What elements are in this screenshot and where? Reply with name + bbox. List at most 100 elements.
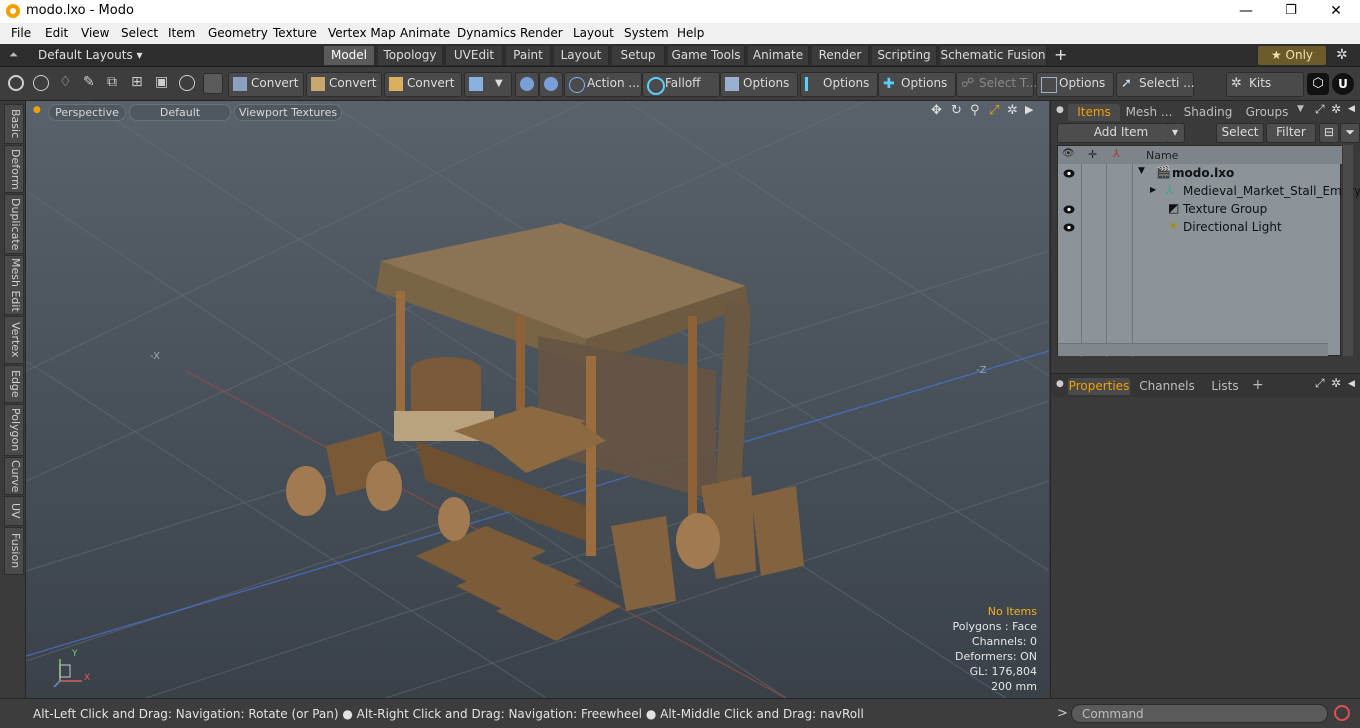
- options-button-4[interactable]: Options: [1036, 72, 1114, 97]
- vertices-mode-icon[interactable]: [8, 75, 24, 91]
- tab-render[interactable]: Render: [812, 46, 869, 65]
- globe-icon[interactable]: [33, 75, 49, 91]
- menu-render[interactable]: Render: [520, 26, 563, 40]
- options-button-3[interactable]: ✚ Options: [878, 72, 956, 97]
- tab-polygon[interactable]: Polygon: [4, 404, 24, 456]
- viewport-settings-icon[interactable]: ✲: [1007, 103, 1018, 118]
- options-button-1[interactable]: Options: [720, 72, 798, 97]
- selection-sets-button[interactable]: ➚ Selecti ...: [1116, 72, 1195, 97]
- menu-layout[interactable]: Layout: [573, 26, 614, 40]
- kits-button[interactable]: ✲ Kits: [1226, 72, 1304, 97]
- undock-icon[interactable]: ⤢: [1315, 102, 1325, 117]
- tab-setup[interactable]: Setup: [612, 46, 665, 65]
- tab-duplicate[interactable]: Duplicate: [4, 194, 24, 254]
- rotate-icon[interactable]: ↻: [951, 103, 962, 118]
- materials-icon[interactable]: [179, 75, 195, 91]
- convert-polygons-button[interactable]: Convert: [384, 72, 462, 97]
- panel-expand-icon[interactable]: ◀: [1348, 104, 1355, 114]
- gear-icon[interactable]: ✲: [1336, 47, 1348, 63]
- tab-groups[interactable]: Groups: [1241, 104, 1293, 121]
- panel-gear-icon[interactable]: ✲: [1331, 376, 1341, 390]
- add-tab-button[interactable]: +: [1252, 377, 1264, 393]
- record-icon[interactable]: [1334, 705, 1350, 721]
- viewport-textures-dropdown[interactable]: Viewport Textures: [234, 104, 342, 121]
- panel-menu-icon[interactable]: ●: [1056, 105, 1064, 115]
- tab-shading[interactable]: Shading: [1179, 104, 1237, 121]
- minimize-button[interactable]: —: [1223, 0, 1269, 23]
- tab-animate[interactable]: Animate: [748, 46, 809, 65]
- menu-texture[interactable]: Texture: [273, 26, 317, 40]
- eye-icon[interactable]: [1063, 205, 1075, 214]
- menu-file[interactable]: File: [11, 26, 31, 40]
- menu-view[interactable]: View: [81, 26, 109, 40]
- tree-row[interactable]: ▶ ⅄ Medieval_Market_Stall_Empty: [1058, 183, 1360, 201]
- menu-geometry[interactable]: Geometry: [208, 26, 268, 40]
- menu-edit[interactable]: Edit: [45, 26, 68, 40]
- tab-uv[interactable]: UV: [4, 496, 24, 526]
- filter-button[interactable]: Filter: [1266, 123, 1316, 143]
- tab-scripting[interactable]: Scripting: [872, 46, 937, 65]
- convert-vertices-button[interactable]: Convert: [228, 72, 304, 97]
- collapse-icon[interactable]: ⊟: [1319, 123, 1339, 143]
- action-center-button[interactable]: Action ...: [564, 72, 642, 97]
- menu-dynamics[interactable]: Dynamics: [457, 26, 516, 40]
- polygons-icon[interactable]: ⊞: [131, 74, 143, 90]
- options-button-2[interactable]: Options: [800, 72, 878, 97]
- tab-items[interactable]: Items: [1068, 104, 1120, 121]
- panel-expand-icon[interactable]: ◀: [1348, 379, 1355, 389]
- panel-menu-icon[interactable]: ●: [1056, 379, 1064, 389]
- brush-icon[interactable]: ✎: [83, 74, 95, 90]
- symmetry-icon[interactable]: [515, 72, 539, 97]
- menu-select[interactable]: Select: [121, 26, 158, 40]
- expand-arrow-icon[interactable]: ▶: [1150, 185, 1156, 194]
- view-type-dropdown[interactable]: Perspective: [48, 104, 126, 121]
- add-item-dropdown-icon[interactable]: ▾: [1166, 123, 1185, 143]
- menu-animate[interactable]: Animate: [400, 26, 450, 40]
- visibility-column-icon[interactable]: 👁: [1062, 148, 1076, 159]
- zoom-icon[interactable]: ⚲: [970, 103, 980, 118]
- select-through-button[interactable]: ☍ Select T...: [956, 72, 1037, 97]
- tab-lists[interactable]: Lists: [1203, 378, 1247, 395]
- items-icon[interactable]: ▣: [155, 74, 168, 90]
- horizontal-scrollbar[interactable]: [1058, 343, 1328, 356]
- tree-row[interactable]: ◩ Texture Group: [1058, 201, 1342, 219]
- default-layouts-dropdown[interactable]: Default Layouts ▾: [38, 48, 143, 62]
- workplane-icon[interactable]: [539, 72, 563, 97]
- convert-edges-button[interactable]: Convert: [306, 72, 382, 97]
- tab-topology[interactable]: Topology: [378, 46, 443, 65]
- tab-basic[interactable]: Basic: [4, 104, 24, 144]
- arrow-up-icon[interactable]: ⏶: [9, 48, 18, 62]
- shading-dropdown[interactable]: Default: [129, 104, 231, 121]
- eye-icon[interactable]: [1063, 169, 1075, 178]
- panel-gear-icon[interactable]: ✲: [1331, 102, 1341, 116]
- close-button[interactable]: ✕: [1313, 0, 1359, 23]
- viewport-expand-icon[interactable]: ▶: [1025, 103, 1033, 116]
- tree-row[interactable]: ▼ 🎬 modo.lxo: [1058, 165, 1342, 183]
- undock-icon[interactable]: ⤢: [1315, 376, 1325, 391]
- vertical-scrollbar[interactable]: [1343, 145, 1353, 356]
- eye-icon[interactable]: [1063, 223, 1075, 232]
- mesh-tools-dropdown[interactable]: ▼: [464, 72, 512, 97]
- menu-vertex-map[interactable]: Vertex Map: [328, 26, 396, 40]
- 3d-viewport[interactable]: ● Perspective Default Viewport Textures …: [26, 101, 1049, 698]
- only-toggle[interactable]: ★ Only: [1258, 46, 1326, 65]
- type-column-icon[interactable]: ⅄: [1113, 147, 1120, 160]
- pen-icon[interactable]: ♢: [59, 74, 72, 90]
- item-list[interactable]: 👁 ✛ ⅄ Name ▼ 🎬 modo.lxo ▶ ⅄ Medieval_Mar…: [1057, 145, 1360, 357]
- tabs-dropdown-icon[interactable]: ▼: [1297, 104, 1304, 114]
- column-name[interactable]: Name: [1146, 149, 1178, 162]
- tab-properties[interactable]: Properties: [1068, 378, 1130, 395]
- lock-column-icon[interactable]: ✛: [1088, 148, 1097, 161]
- maximize-viewport-icon[interactable]: ⤢: [989, 103, 999, 118]
- menu-system[interactable]: System: [624, 26, 669, 40]
- menu-item[interactable]: Item: [168, 26, 195, 40]
- unity-icon[interactable]: ⬡: [1307, 73, 1329, 95]
- tab-edge[interactable]: Edge: [4, 365, 24, 403]
- funnel-icon[interactable]: ⏷: [1340, 123, 1360, 143]
- maximize-button[interactable]: ❐: [1268, 0, 1314, 23]
- menu-help[interactable]: Help: [677, 26, 704, 40]
- tree-row[interactable]: ☀ Directional Light: [1058, 219, 1342, 237]
- unreal-icon[interactable]: U: [1332, 73, 1354, 95]
- command-input[interactable]: Command: [1071, 704, 1328, 723]
- tab-fusion[interactable]: Fusion: [4, 527, 24, 575]
